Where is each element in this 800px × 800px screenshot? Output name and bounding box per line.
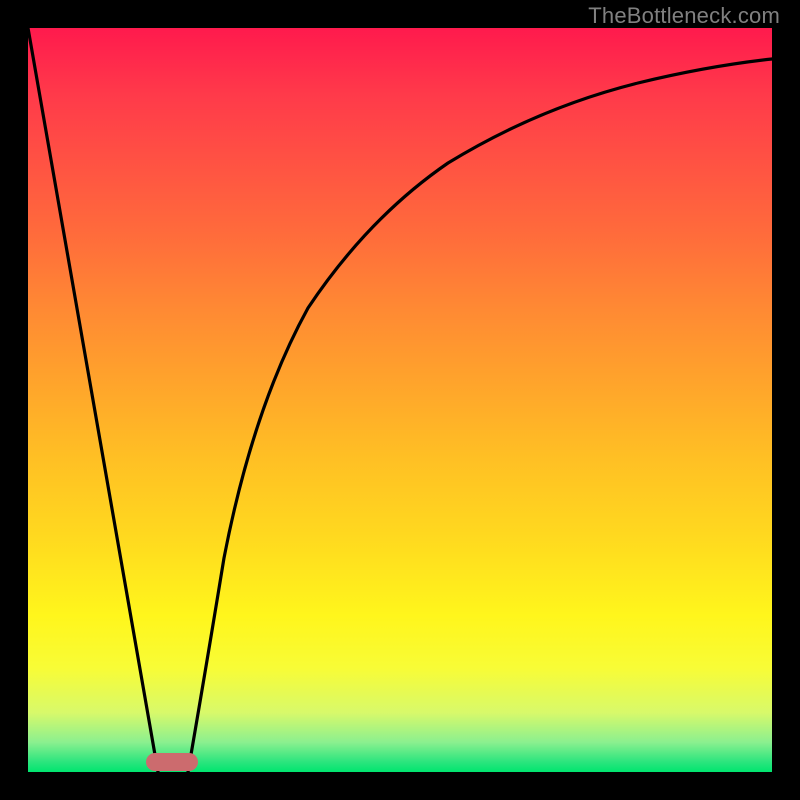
- vertex-marker: [146, 753, 198, 771]
- watermark-text: TheBottleneck.com: [588, 3, 780, 29]
- curve-left-spike: [28, 28, 158, 772]
- plot-area: [28, 28, 772, 772]
- curve-right-asymptote: [188, 59, 772, 772]
- curve-layer: [28, 28, 772, 772]
